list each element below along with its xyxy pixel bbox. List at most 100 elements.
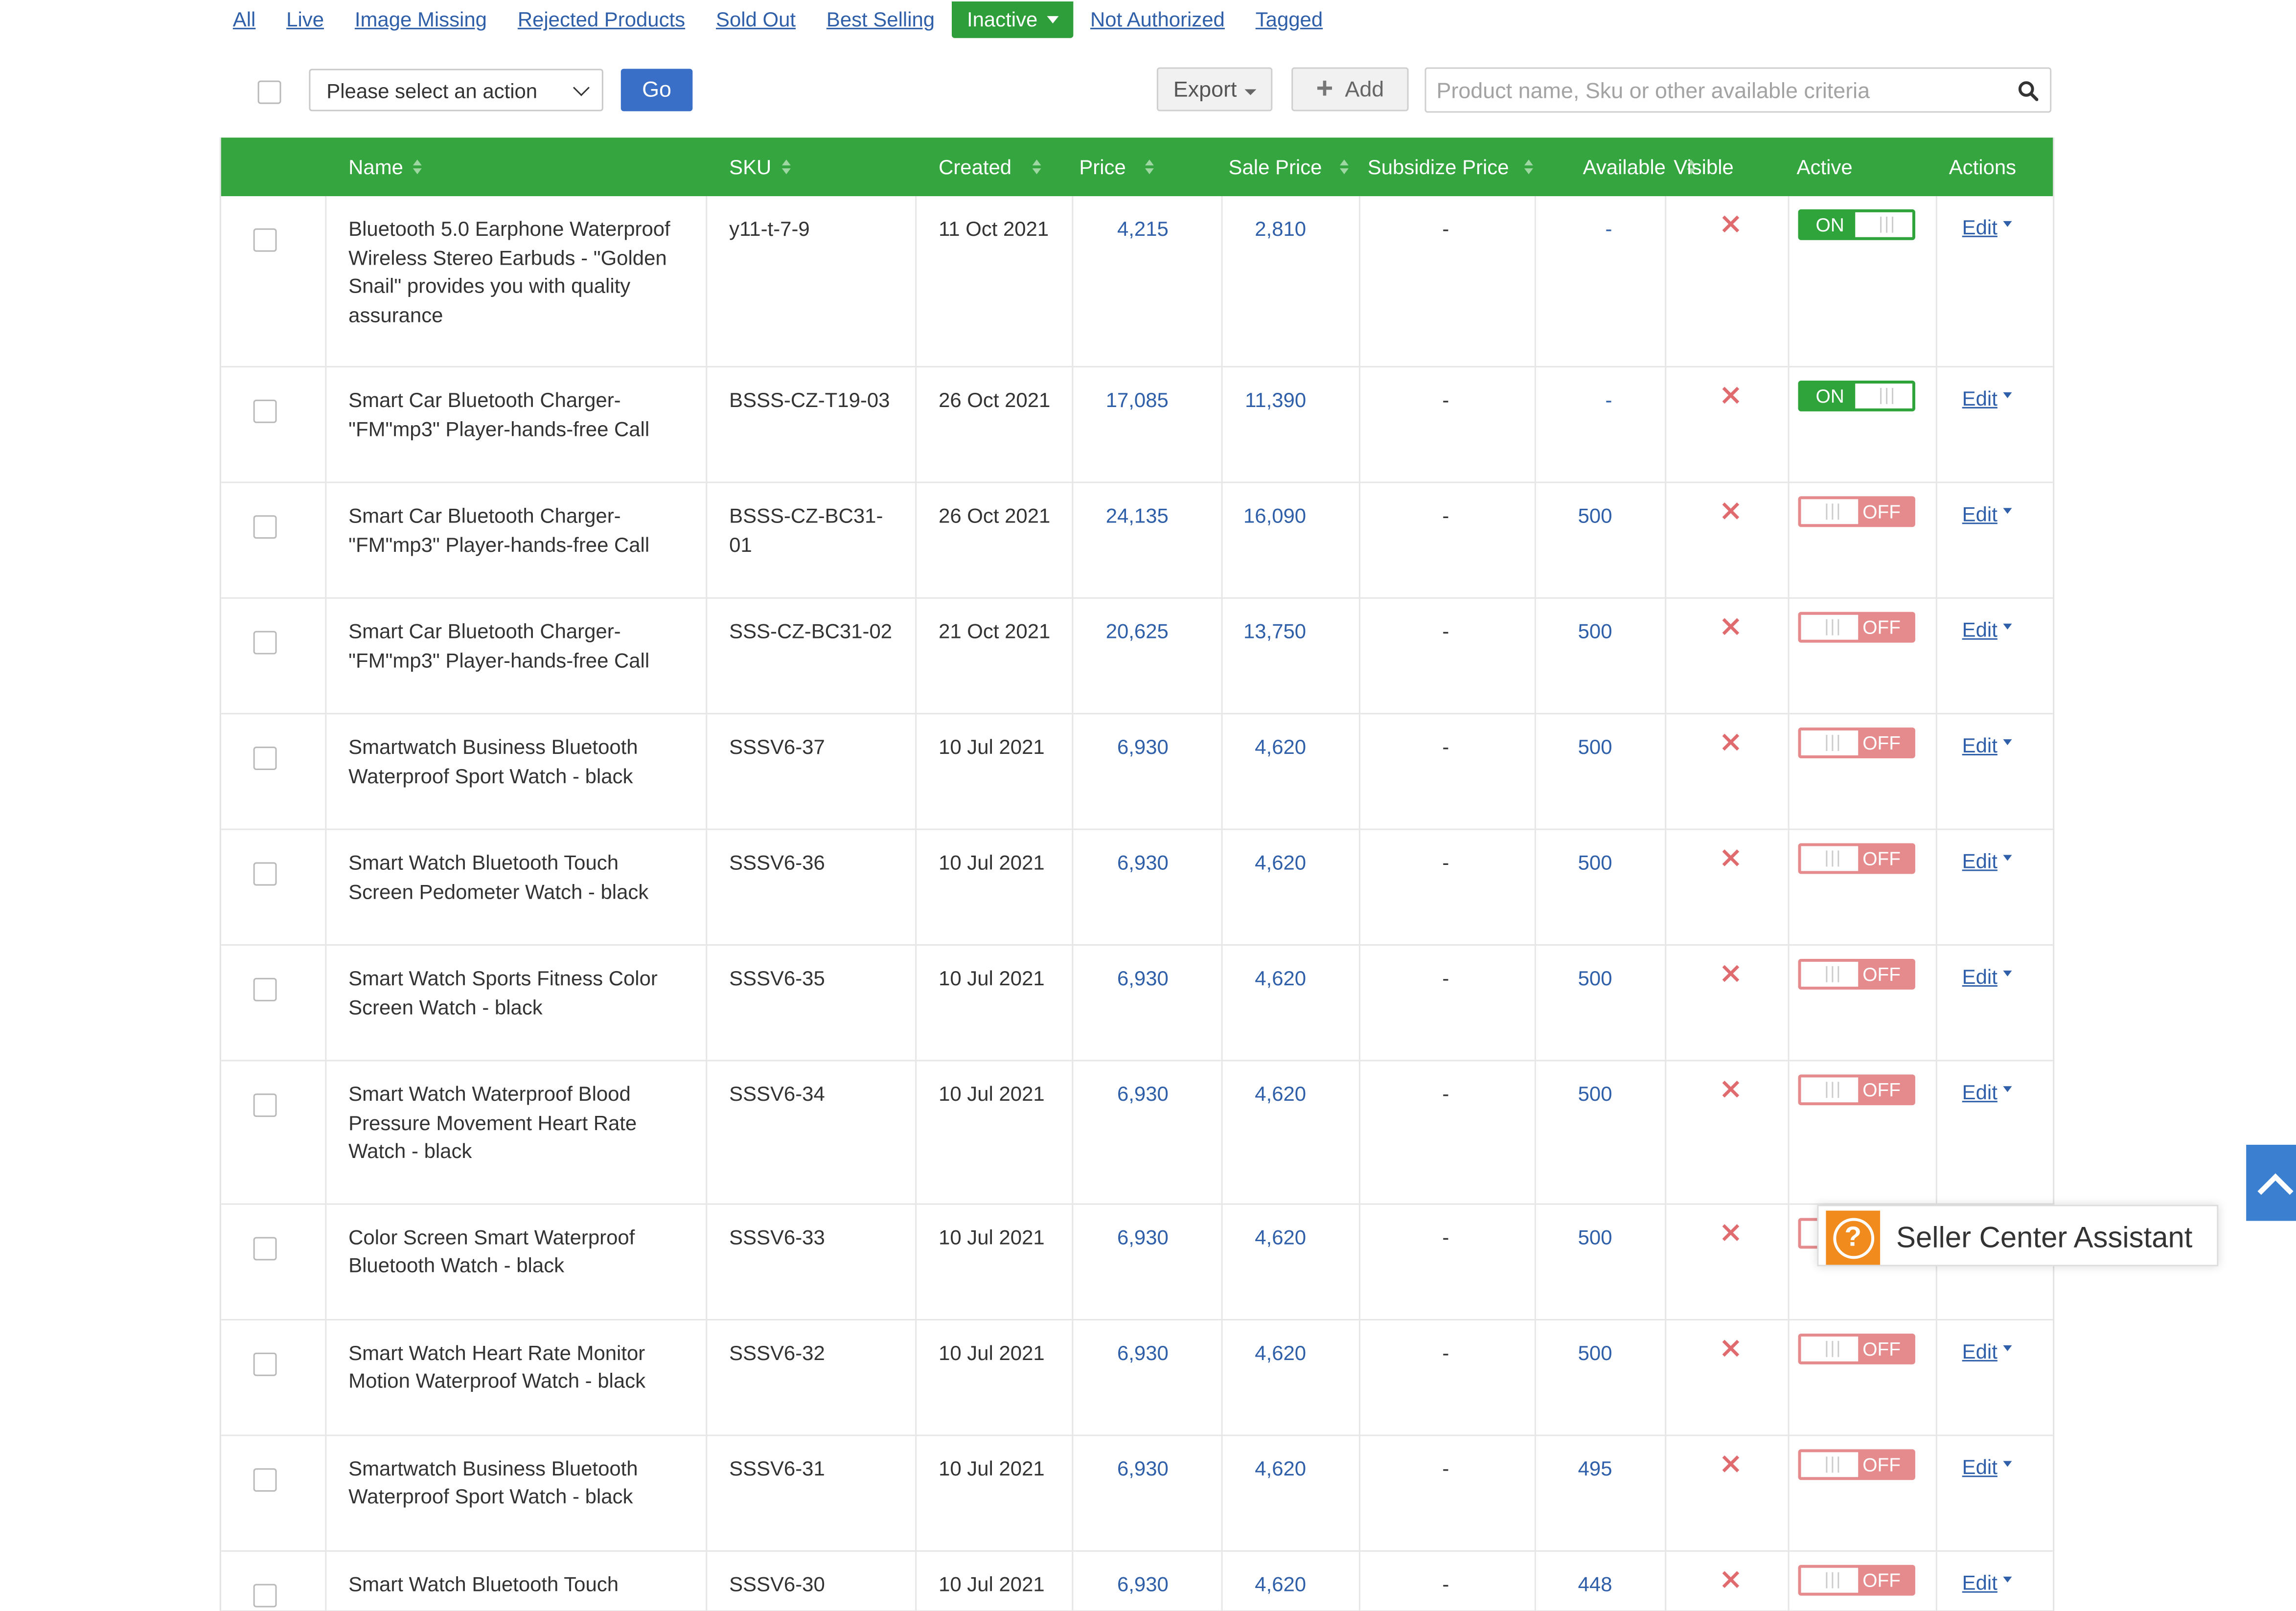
active-toggle-off[interactable]: OFF bbox=[1798, 1564, 1915, 1595]
price-link[interactable]: 6,930 bbox=[1117, 733, 1169, 762]
available-link[interactable]: 500 bbox=[1578, 733, 1612, 762]
sale-price-link[interactable]: 4,620 bbox=[1255, 733, 1306, 762]
active-toggle-off[interactable]: OFF bbox=[1798, 1333, 1915, 1364]
price-link[interactable]: 6,930 bbox=[1117, 1454, 1169, 1483]
x-icon[interactable] bbox=[1721, 963, 1741, 984]
available-link[interactable]: 500 bbox=[1578, 618, 1612, 646]
tab-tagged[interactable]: Tagged bbox=[1256, 3, 1323, 35]
row-checkbox[interactable] bbox=[253, 1583, 277, 1607]
x-icon[interactable] bbox=[1721, 1079, 1741, 1099]
header-subsidize-price[interactable]: Subsidize Price bbox=[1368, 137, 1533, 196]
tab-rejected-products[interactable]: Rejected Products bbox=[518, 3, 685, 35]
available-link[interactable]: 500 bbox=[1578, 502, 1612, 530]
active-toggle-on[interactable]: ON bbox=[1798, 209, 1915, 240]
tab-inactive[interactable]: Inactive bbox=[952, 0, 1073, 38]
row-checkbox[interactable] bbox=[253, 1352, 277, 1376]
sale-price-link[interactable]: 11,390 bbox=[1245, 386, 1306, 415]
tab-best-selling[interactable]: Best Selling bbox=[827, 3, 935, 35]
price-link[interactable]: 20,625 bbox=[1106, 618, 1169, 646]
available-link[interactable]: 500 bbox=[1578, 1223, 1612, 1251]
available-link[interactable]: - bbox=[1606, 386, 1612, 415]
available-link[interactable]: 500 bbox=[1578, 1080, 1612, 1109]
sale-price-link[interactable]: 4,620 bbox=[1255, 1339, 1306, 1367]
active-toggle-off[interactable]: OFF bbox=[1798, 958, 1915, 990]
search-icon[interactable] bbox=[2018, 81, 2039, 101]
tab-not-authorized[interactable]: Not Authorized bbox=[1090, 3, 1225, 35]
sale-price-link[interactable]: 2,810 bbox=[1255, 215, 1306, 244]
scroll-to-top-button[interactable] bbox=[2246, 1144, 2296, 1221]
price-link[interactable]: 6,930 bbox=[1117, 965, 1169, 993]
x-icon[interactable] bbox=[1721, 500, 1741, 521]
edit-dropdown[interactable]: Edit bbox=[1962, 849, 2012, 872]
x-icon[interactable] bbox=[1721, 385, 1741, 406]
sale-price-link[interactable]: 4,620 bbox=[1255, 1454, 1306, 1483]
sale-price-link[interactable]: 4,620 bbox=[1255, 1223, 1306, 1251]
row-checkbox[interactable] bbox=[253, 977, 277, 1001]
price-link[interactable]: 17,085 bbox=[1106, 386, 1169, 415]
tab-all[interactable]: All bbox=[233, 3, 256, 35]
row-checkbox[interactable] bbox=[253, 862, 277, 886]
price-link[interactable]: 24,135 bbox=[1106, 502, 1169, 530]
edit-dropdown[interactable]: Edit bbox=[1962, 1080, 2012, 1104]
edit-dropdown[interactable]: Edit bbox=[1962, 386, 2012, 410]
edit-dropdown[interactable]: Edit bbox=[1962, 502, 2012, 525]
x-icon[interactable] bbox=[1721, 1337, 1741, 1358]
export-button[interactable]: Export bbox=[1156, 67, 1273, 112]
price-link[interactable]: 4,215 bbox=[1117, 215, 1169, 244]
edit-dropdown[interactable]: Edit bbox=[1962, 965, 2012, 988]
sale-price-link[interactable]: 4,620 bbox=[1255, 1570, 1306, 1598]
tab-sold-out[interactable]: Sold Out bbox=[716, 3, 796, 35]
header-sku[interactable]: SKU bbox=[729, 137, 791, 196]
edit-dropdown[interactable]: Edit bbox=[1962, 1339, 2012, 1362]
header-price[interactable]: Price bbox=[1079, 137, 1154, 196]
active-toggle-off[interactable]: OFF bbox=[1798, 727, 1915, 759]
tab-image-missing[interactable]: Image Missing bbox=[355, 3, 487, 35]
sale-price-link[interactable]: 4,620 bbox=[1255, 849, 1306, 878]
price-link[interactable]: 6,930 bbox=[1117, 849, 1169, 878]
sale-price-link[interactable]: 4,620 bbox=[1255, 965, 1306, 993]
row-checkbox[interactable] bbox=[253, 399, 277, 423]
search-input[interactable] bbox=[1426, 68, 2011, 114]
x-icon[interactable] bbox=[1721, 848, 1741, 868]
active-toggle-off[interactable]: OFF bbox=[1798, 496, 1915, 527]
price-link[interactable]: 6,930 bbox=[1117, 1223, 1169, 1251]
price-link[interactable]: 6,930 bbox=[1117, 1570, 1169, 1598]
x-icon[interactable] bbox=[1721, 214, 1741, 234]
row-checkbox[interactable] bbox=[253, 515, 277, 539]
row-checkbox[interactable] bbox=[253, 631, 277, 655]
sale-price-link[interactable]: 16,090 bbox=[1243, 502, 1306, 530]
x-icon[interactable] bbox=[1721, 616, 1741, 637]
active-toggle-on[interactable]: ON bbox=[1798, 380, 1915, 411]
available-link[interactable]: 500 bbox=[1578, 965, 1612, 993]
row-checkbox[interactable] bbox=[253, 1467, 277, 1491]
edit-dropdown[interactable]: Edit bbox=[1962, 618, 2012, 641]
seller-center-assistant[interactable]: ? Seller Center Assistant bbox=[1817, 1204, 2219, 1267]
header-created[interactable]: Created bbox=[939, 137, 1041, 196]
edit-dropdown[interactable]: Edit bbox=[1962, 733, 2012, 757]
available-link[interactable]: 495 bbox=[1578, 1454, 1612, 1483]
price-link[interactable]: 6,930 bbox=[1117, 1080, 1169, 1109]
add-button[interactable]: + Add bbox=[1291, 67, 1409, 112]
x-icon[interactable] bbox=[1721, 732, 1741, 752]
row-checkbox[interactable] bbox=[253, 747, 277, 770]
available-link[interactable]: - bbox=[1606, 215, 1612, 244]
tab-live[interactable]: Live bbox=[286, 3, 324, 35]
header-name[interactable]: Name bbox=[348, 137, 422, 196]
price-link[interactable]: 6,930 bbox=[1117, 1339, 1169, 1367]
x-icon[interactable] bbox=[1721, 1453, 1741, 1474]
active-toggle-off[interactable]: OFF bbox=[1798, 1448, 1915, 1479]
available-link[interactable]: 500 bbox=[1578, 849, 1612, 878]
active-toggle-off[interactable]: OFF bbox=[1798, 1074, 1915, 1106]
select-all-checkbox[interactable] bbox=[257, 80, 281, 104]
sale-price-link[interactable]: 4,620 bbox=[1255, 1080, 1306, 1109]
row-checkbox[interactable] bbox=[253, 228, 277, 252]
active-toggle-off[interactable]: OFF bbox=[1798, 843, 1915, 874]
header-sale-price[interactable]: Sale Price bbox=[1229, 137, 1349, 196]
available-link[interactable]: 500 bbox=[1578, 1339, 1612, 1367]
active-toggle-off[interactable]: OFF bbox=[1798, 612, 1915, 643]
edit-dropdown[interactable]: Edit bbox=[1962, 1570, 2012, 1593]
edit-dropdown[interactable]: Edit bbox=[1962, 215, 2012, 239]
available-link[interactable]: 448 bbox=[1578, 1570, 1612, 1598]
bulk-action-select[interactable]: Please select an action bbox=[309, 68, 603, 112]
go-button[interactable]: Go bbox=[620, 68, 693, 112]
